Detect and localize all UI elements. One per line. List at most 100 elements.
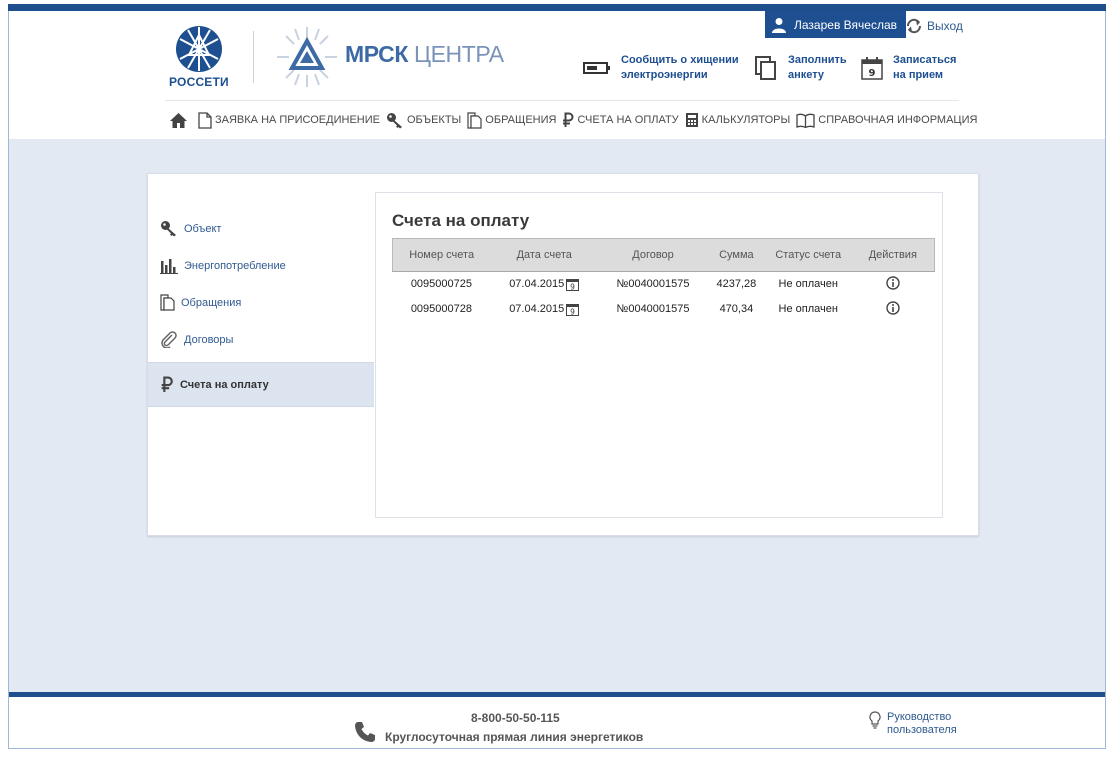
sidebar-item-requests[interactable]: Обращения xyxy=(148,284,374,321)
copy-icon xyxy=(160,294,175,311)
user-account-button[interactable]: Лазарев Вячеслав xyxy=(765,11,906,38)
nav-connection-request[interactable]: ЗАЯВКА НА ПРИСОЕДИНЕНИЕ xyxy=(198,111,380,129)
nav-requests[interactable]: ОБРАЩЕНИЯ xyxy=(467,111,556,129)
sidebar-item-consumption[interactable]: Энергопотребление xyxy=(148,247,374,284)
nav-label: ЗАЯВКА НА ПРИСОЕДИНЕНИЕ xyxy=(215,114,380,126)
invoice-number: 0095000725 xyxy=(410,278,472,291)
calendar-icon[interactable]: 9 xyxy=(566,278,580,291)
column-header[interactable]: Номер счета xyxy=(392,238,491,272)
sidebar-item-label: Энергопотребление xyxy=(184,259,286,272)
sidebar-item-invoices[interactable]: Счета на оплату xyxy=(148,362,374,407)
invoice-actions xyxy=(852,297,935,322)
bar-chart-icon xyxy=(160,258,178,274)
document-icon xyxy=(198,111,212,129)
rosseti-name: РОССЕТИ xyxy=(169,75,229,89)
invoice-actions xyxy=(852,272,935,297)
report-theft-line1: Сообщить о хищении xyxy=(621,54,739,66)
fill-form-link[interactable]: Заполнить анкету xyxy=(754,53,847,83)
fill-form-line1: Заполнить xyxy=(788,54,847,66)
key-icon xyxy=(161,221,176,237)
report-theft-link[interactable]: Сообщить о хищении электроэнергии xyxy=(583,53,739,83)
user-manual-link[interactable]: Руководство пользователя xyxy=(869,711,957,737)
nav-objects[interactable]: ОБЪЕКТЫ xyxy=(386,112,461,129)
sidebar-item-object[interactable]: Объект xyxy=(148,210,374,247)
appointment-line1: Записаться xyxy=(893,54,957,66)
appointment-line2: на прием xyxy=(893,69,944,81)
invoice-number: 0095000728 xyxy=(410,303,472,315)
calculator-icon xyxy=(685,113,698,127)
column-header[interactable]: Статус счета xyxy=(764,238,852,272)
hotline-phone[interactable]: 8-800-50-50-115 xyxy=(471,711,560,725)
column-header[interactable]: Действия xyxy=(851,238,935,272)
nav-invoices[interactable]: СЧЕТА НА ОПЛАТУ xyxy=(562,112,679,128)
nav-label: ОБЪЕКТЫ xyxy=(406,114,462,126)
lightbulb-icon xyxy=(869,711,881,729)
svg-text:9: 9 xyxy=(869,68,876,79)
sidebar-item-label: Обращения xyxy=(181,296,242,309)
invoices-table: Номер счета Дата счета Договор Сумма Ста… xyxy=(392,238,935,322)
nav-label: СПРАВОЧНАЯ ИНФОРМАЦИЯ xyxy=(818,114,978,126)
user-icon xyxy=(772,17,786,33)
logout-label: Выход xyxy=(927,19,963,33)
info-icon[interactable] xyxy=(886,300,900,315)
book-icon xyxy=(796,113,815,128)
svg-text:9: 9 xyxy=(570,307,575,316)
report-theft-line2: электроэнергии xyxy=(621,69,708,81)
invoice-status: Не оплачен xyxy=(778,278,838,291)
sidebar-item-contracts[interactable]: Договоры xyxy=(148,321,374,358)
nav-divider xyxy=(165,100,959,101)
calendar-icon: 9 xyxy=(861,57,883,80)
mrsk-emblem-icon xyxy=(277,27,337,87)
paperclip-icon xyxy=(161,331,177,348)
phone-icon xyxy=(355,722,375,742)
nav-label: КАЛЬКУЛЯТОРЫ xyxy=(701,114,791,126)
invoice-date-cell: 07.04.2015 9 xyxy=(490,297,598,322)
column-header[interactable]: Дата счета xyxy=(490,238,599,272)
nav-calculators[interactable]: КАЛЬКУЛЯТОРЫ xyxy=(685,112,791,128)
home-icon xyxy=(170,112,187,128)
manual-line2: пользователя xyxy=(887,724,957,736)
logo-separator xyxy=(253,31,254,83)
mrsk-name: МРСК ЦЕНТРА xyxy=(345,41,504,67)
table-row[interactable]: 0095000728 07.04.2015 9 №0040001575 470,3… xyxy=(393,297,935,322)
user-name: Лазарев Вячеслав xyxy=(794,17,897,32)
invoice-contract: №0040001575 xyxy=(616,303,690,315)
hotline-description: Круглосуточная прямая линия энергетиков xyxy=(385,730,644,744)
info-icon[interactable] xyxy=(886,276,900,290)
table-row[interactable]: 0095000725 07.04.2015 9 №0040001575 4237,… xyxy=(393,272,935,297)
calendar-icon[interactable]: 9 xyxy=(566,303,580,316)
invoice-amount: 470,34 xyxy=(719,303,754,315)
mrsk-logo[interactable]: МРСК ЦЕНТРА xyxy=(275,25,504,89)
rosseti-emblem-icon xyxy=(176,26,222,72)
column-header[interactable]: Договор xyxy=(598,238,708,272)
refresh-icon xyxy=(906,18,922,34)
invoice-date: 07.04.2015 xyxy=(509,303,565,315)
logout-link[interactable]: Выход xyxy=(905,17,963,35)
header: Лазарев Вячеслав Выход РОССЕТИ МРСК ЦЕНТ… xyxy=(9,11,1105,139)
invoices-panel: Счета на оплату Номер счета Дата счета Д… xyxy=(375,192,943,518)
page-title: Счета на оплату xyxy=(392,211,530,230)
battery-icon xyxy=(583,62,610,74)
svg-text:9: 9 xyxy=(570,282,575,291)
invoice-amount: 4237,28 xyxy=(716,278,757,291)
key-icon xyxy=(386,112,402,128)
footer: 8-800-50-50-115 Круглосуточная прямая ли… xyxy=(9,697,1105,748)
column-header[interactable]: Сумма xyxy=(707,238,765,272)
nav-home[interactable] xyxy=(169,112,188,129)
ruble-icon xyxy=(161,376,173,392)
ruble-icon xyxy=(563,112,574,127)
nav-label: СЧЕТА НА ОПЛАТУ xyxy=(577,114,679,126)
invoice-status: Не оплачен xyxy=(778,303,838,315)
sidebar: Объект Энергопотребление Обращения Догов… xyxy=(148,210,374,407)
main-nav: ЗАЯВКА НА ПРИСОЕДИНЕНИЕ ОБЪЕКТЫ ОБРАЩЕНИ… xyxy=(169,109,983,131)
invoice-date: 07.04.2015 xyxy=(509,278,565,291)
documents-icon xyxy=(755,56,776,80)
nav-reference-info[interactable]: СПРАВОЧНАЯ ИНФОРМАЦИЯ xyxy=(796,113,977,128)
sidebar-item-label: Счета на оплату xyxy=(180,378,269,391)
appointment-link[interactable]: 9 Записаться на прием xyxy=(861,53,956,83)
rosseti-logo[interactable]: РОССЕТИ xyxy=(169,25,229,93)
top-strip xyxy=(8,4,1106,11)
sidebar-item-label: Объект xyxy=(184,222,222,235)
fill-form-line2: анкету xyxy=(788,69,825,81)
copy-icon xyxy=(467,111,482,129)
